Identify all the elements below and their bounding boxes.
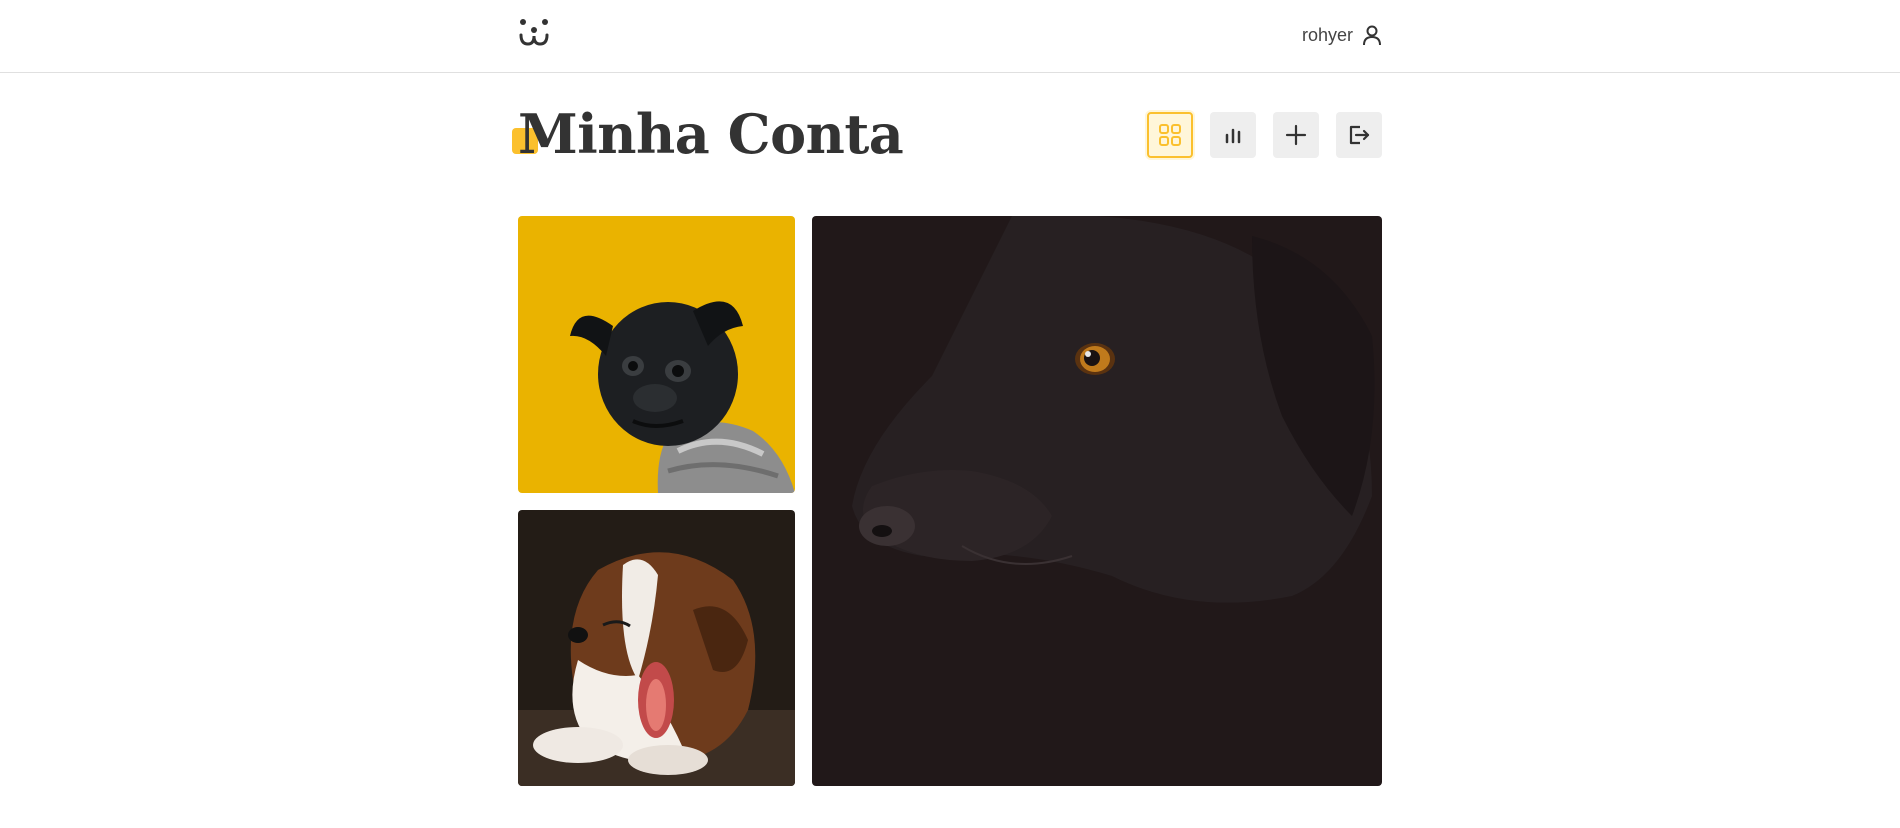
photo-pug-yellow[interactable] [518,216,795,493]
bar-chart-icon [1225,128,1241,144]
user-account-link[interactable]: rohyer [1302,24,1383,46]
title-row: Minha Conta [512,100,1382,170]
photo-black-dog[interactable] [812,216,1382,786]
logout-button[interactable] [1336,112,1382,158]
grid-icon [1159,124,1181,146]
username-label: rohyer [1301,24,1353,45]
puppy-image [518,510,795,786]
page-title: Minha Conta [518,102,904,166]
site-header: rohyer [0,0,1900,73]
add-photo-button[interactable] [1273,112,1319,158]
stats-button[interactable] [1210,112,1256,158]
feed-grid-button[interactable] [1147,112,1193,158]
user-icon [1363,25,1381,46]
plus-icon [1285,124,1307,146]
black-dog-image [812,216,1382,786]
dog-face-icon[interactable] [518,18,550,48]
pug-image [518,216,795,493]
photo-puppy-yawning[interactable] [518,510,795,786]
logout-icon [1349,125,1370,145]
account-toolbar [1147,112,1382,158]
